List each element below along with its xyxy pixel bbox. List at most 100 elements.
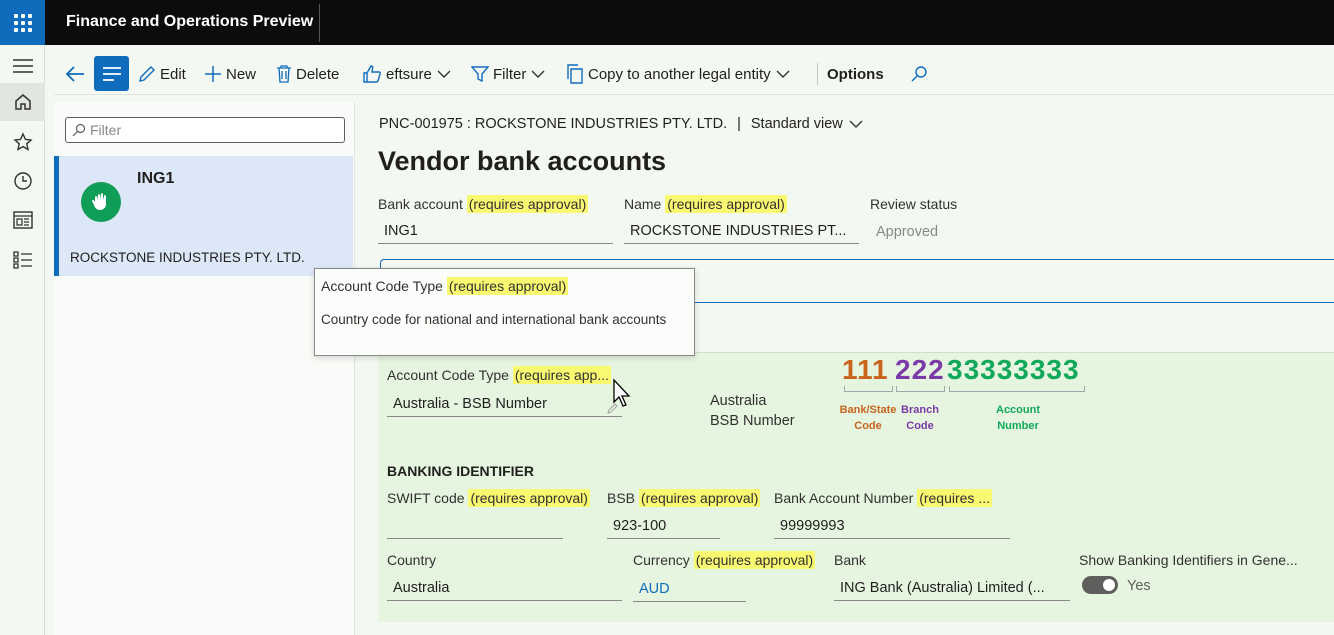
eftsure-menu-button[interactable]: eftsure	[362, 53, 455, 95]
chevron-down-icon	[531, 70, 545, 78]
panel-footer	[378, 622, 1334, 635]
chevron-down-icon	[437, 70, 451, 78]
edit-button[interactable]: Edit	[138, 53, 186, 95]
delete-label: Delete	[296, 65, 340, 83]
review-status-label: Review status	[870, 196, 958, 212]
home-button[interactable]	[0, 83, 45, 121]
list-icon	[12, 251, 32, 269]
approval-tag: (requires ...	[917, 489, 992, 507]
bank-account-field[interactable]: ING1	[378, 220, 613, 244]
app-launcher-button[interactable]	[0, 0, 45, 45]
waffle-icon	[13, 13, 32, 32]
filter-input[interactable]	[90, 121, 340, 139]
app-title[interactable]: Finance and Operations Preview	[66, 13, 313, 31]
swift-code-label: SWIFT code (requires approval)	[387, 489, 590, 507]
star-icon	[12, 132, 33, 151]
copy-icon	[567, 64, 583, 84]
show-list-button[interactable]	[94, 56, 129, 91]
approval-tag: (requires approval)	[693, 551, 816, 569]
list-item[interactable]: ING1 ROCKSTONE INDUSTRIES PTY. LTD.	[54, 156, 353, 276]
bank-label: Bank	[834, 552, 866, 568]
home-icon	[14, 94, 31, 110]
bank-account-label: Bank account (requires approval)	[378, 195, 589, 213]
favorites-button[interactable]	[0, 123, 45, 161]
search-icon	[911, 66, 927, 82]
thumbs-up-icon	[363, 65, 381, 83]
currency-label: Currency (requires approval)	[633, 551, 816, 569]
country-field[interactable]: Australia	[387, 577, 622, 601]
divider	[817, 63, 818, 85]
bsb-number-label: BSB Number	[710, 413, 795, 429]
list-lines-icon	[102, 66, 121, 81]
plus-icon	[205, 66, 221, 82]
swift-code-field[interactable]	[387, 515, 563, 539]
list-pane: ING1 ROCKSTONE INDUSTRIES PTY. LTD.	[54, 102, 355, 635]
pencil-icon	[139, 66, 155, 82]
copy-label: Copy to another legal entity	[588, 65, 771, 83]
new-button[interactable]: New	[204, 53, 256, 95]
approval-tag: (requires app...	[512, 366, 611, 384]
search-icon	[72, 123, 86, 137]
account-caption: Account Number	[996, 404, 1040, 432]
australia-label: Australia	[710, 393, 767, 409]
country-label: Country	[387, 552, 437, 568]
record-caption: PNC-001975 : ROCKSTONE INDUSTRIES PTY. L…	[379, 116, 728, 132]
copy-legal-entity-button[interactable]: Copy to another legal entity	[566, 53, 794, 95]
workspace-icon	[12, 211, 33, 229]
recent-button[interactable]	[0, 162, 45, 200]
search-button[interactable]	[910, 53, 932, 95]
tooltip-body: Country code for national and internatio…	[321, 312, 667, 327]
name-field[interactable]: ROCKSTONE INDUSTRIES PT...	[624, 220, 859, 244]
review-status-value: Approved	[876, 224, 939, 240]
trash-icon	[277, 65, 291, 83]
action-pane: Edit New Delete eftsure Filter Copy to a…	[54, 53, 1334, 95]
bank-field[interactable]: ING Bank (Australia) Limited (...	[834, 577, 1070, 601]
breadcrumb: PNC-001975 : ROCKSTONE INDUSTRIES PTY. L…	[379, 116, 863, 132]
bracket	[949, 386, 1085, 392]
approval-tag: (requires approval)	[446, 277, 569, 295]
list-filter	[65, 117, 345, 143]
top-bar: Finance and Operations Preview	[0, 0, 1334, 45]
options-tab[interactable]: Options	[827, 53, 884, 95]
filter-label: Filter	[493, 65, 527, 83]
bracket	[896, 386, 945, 392]
edit-label: Edit	[160, 65, 186, 83]
bracket	[844, 386, 893, 392]
account-digits: 33333333	[947, 354, 1080, 385]
approval-tag: (requires approval)	[468, 489, 590, 507]
list-item-subtitle: ROCKSTONE INDUSTRIES PTY. LTD.	[70, 250, 305, 265]
tooltip-title: Account Code Type (requires approval)	[321, 277, 569, 295]
clock-icon	[13, 172, 32, 190]
bsb-label: BSB (requires approval)	[607, 489, 761, 507]
show-banking-identifiers-label: Show Banking Identifiers in Gene...	[1079, 552, 1298, 568]
left-navigation	[0, 45, 45, 635]
approval-tag: (requires approval)	[665, 195, 787, 213]
branch-digits: 222	[895, 354, 945, 385]
account-code-type-field[interactable]: Australia - BSB Number	[387, 393, 622, 417]
chevron-down-icon[interactable]	[849, 119, 863, 129]
section-title: BANKING IDENTIFIER	[387, 463, 534, 479]
hamburger-menu-button[interactable]	[0, 47, 45, 85]
back-arrow-icon	[65, 66, 84, 82]
list-item-title: ING1	[137, 170, 175, 187]
modules-button[interactable]	[0, 241, 45, 279]
eftsure-label: eftsure	[386, 65, 432, 83]
currency-field[interactable]: AUD	[633, 578, 746, 602]
filter-menu-button[interactable]: Filter	[471, 53, 549, 95]
view-selector[interactable]: Standard view	[751, 116, 843, 132]
workspaces-button[interactable]	[0, 201, 45, 239]
show-banking-identifiers-toggle[interactable]	[1082, 576, 1118, 594]
branch-caption: Branch Code	[901, 404, 939, 432]
delete-button[interactable]: Delete	[276, 53, 339, 95]
chevron-down-icon	[776, 70, 790, 78]
toggle-state-label: Yes	[1127, 578, 1151, 594]
bank-account-number-field[interactable]: 99999993	[774, 515, 1010, 539]
funnel-icon	[471, 66, 489, 83]
mouse-cursor-icon	[613, 378, 631, 407]
back-button[interactable]	[64, 53, 90, 95]
approved-hand-icon	[81, 182, 121, 222]
separator: |	[737, 116, 741, 132]
bsb-field[interactable]: 923-100	[607, 515, 720, 539]
account-code-type-label: Account Code Type (requires app...	[387, 366, 611, 384]
bank-account-number-label: Bank Account Number (requires ...	[774, 489, 992, 507]
